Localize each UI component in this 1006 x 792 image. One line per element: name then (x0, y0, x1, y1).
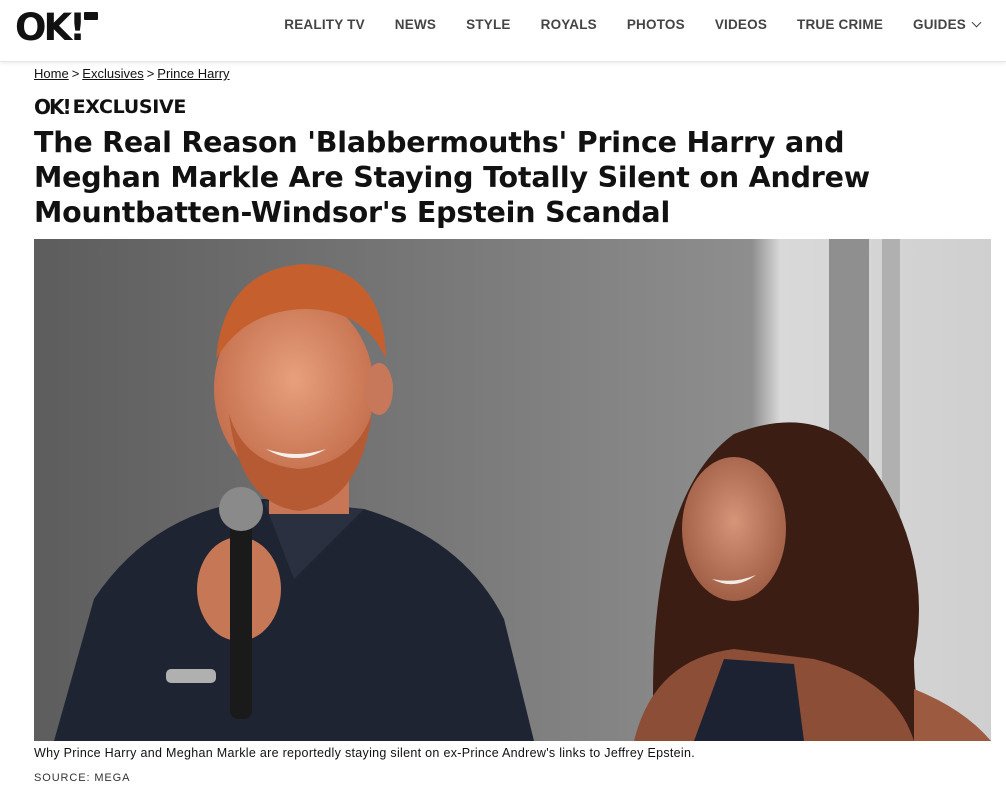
exclusive-label: OK! EXCLUSIVE (34, 96, 186, 118)
nav-item-news[interactable]: NEWS (395, 17, 436, 32)
image-caption: Why Prince Harry and Meghan Markle are r… (34, 746, 696, 760)
nav-item-true-crime[interactable]: TRUE CRIME (797, 17, 883, 32)
nav-item-label: STYLE (466, 16, 511, 32)
nav-item-label: GUIDES (913, 16, 966, 32)
nav-item-reality-tv[interactable]: REALITY TV (284, 17, 365, 32)
nav-item-label: PHOTOS (626, 16, 685, 32)
breadcrumb-separator: > (146, 66, 155, 81)
image-source: SOURCE: MEGA (34, 772, 131, 784)
breadcrumb-exclusives[interactable]: Exclusives (82, 66, 143, 81)
nav-item-photos[interactable]: PHOTOS (627, 17, 685, 32)
nav-item-royals[interactable]: ROYALS (541, 17, 597, 32)
breadcrumb-prince-harry[interactable]: Prince Harry (157, 66, 229, 81)
site-logo[interactable]: OK! (15, 6, 98, 49)
hero-image (34, 239, 991, 741)
nav-item-videos[interactable]: VIDEOS (715, 17, 767, 32)
breadcrumb-separator: > (71, 66, 80, 81)
nav-item-style[interactable]: STYLE (466, 17, 511, 32)
chevron-down-icon (971, 17, 982, 27)
logo-text: OK! (15, 6, 86, 49)
logo-badge-icon (84, 12, 98, 20)
exclusive-text: EXCLUSIVE (72, 96, 187, 118)
nav-item-guides[interactable]: GUIDES (913, 16, 982, 32)
breadcrumb-home[interactable]: Home (34, 66, 69, 81)
hero-photo-illustration (34, 239, 991, 741)
article-headline: The Real Reason 'Blabbermouths' Prince H… (34, 126, 870, 229)
nav-item-label: ROYALS (540, 16, 597, 32)
main-nav: REALITY TV NEWS STYLE ROYALS PHOTOS VIDE… (254, 0, 982, 48)
breadcrumb: Home > Exclusives > Prince Harry (34, 66, 230, 81)
site-header: OK! REALITY TV NEWS STYLE ROYALS PHOTOS … (0, 0, 1006, 62)
nav-item-label: TRUE CRIME (797, 16, 884, 32)
nav-item-label: VIDEOS (714, 16, 768, 32)
exclusive-logo: OK! (34, 95, 72, 119)
nav-item-label: REALITY TV (284, 16, 365, 32)
nav-item-label: NEWS (394, 16, 437, 32)
